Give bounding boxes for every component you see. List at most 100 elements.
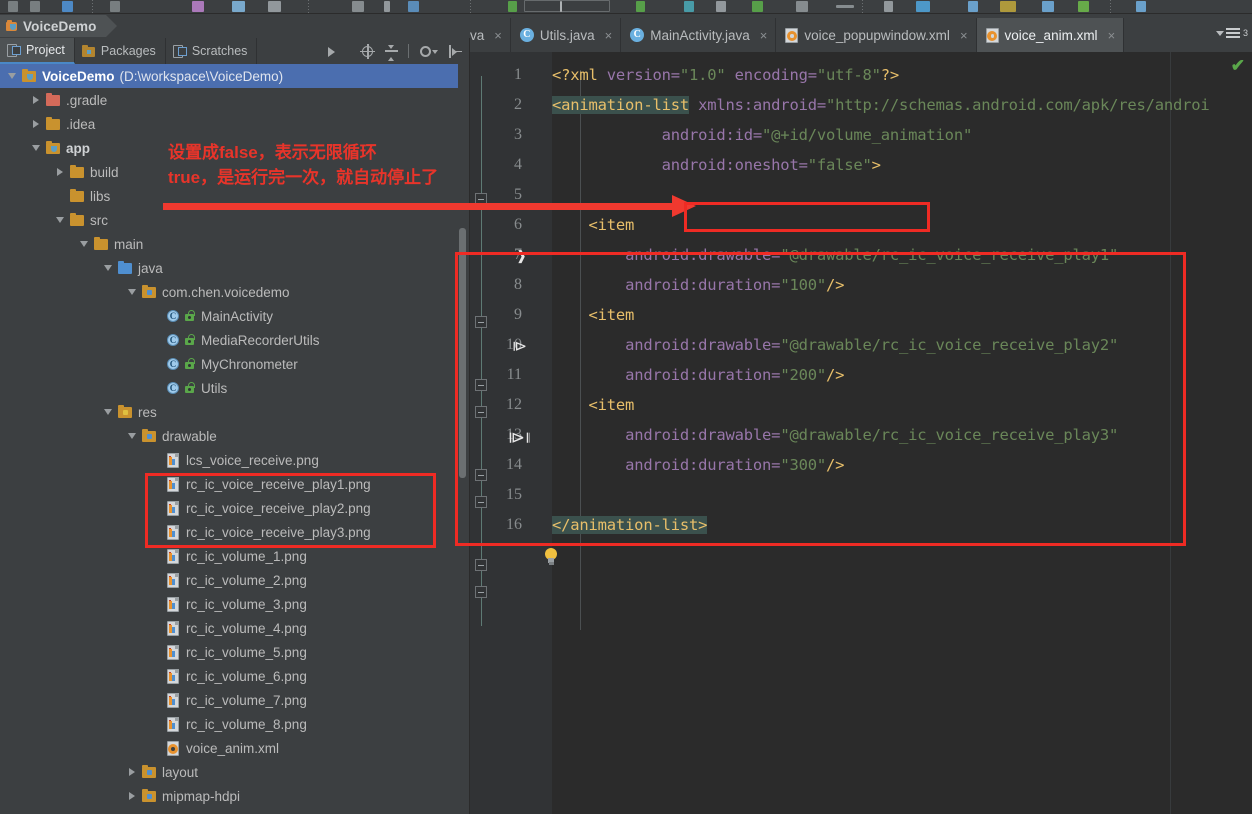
fold-marker[interactable] bbox=[475, 586, 487, 598]
code-token: ?> bbox=[881, 66, 899, 84]
tree-node[interactable]: rc_ic_volume_2.png bbox=[0, 568, 461, 592]
editor-tab[interactable]: voice_popupwindow.xml × bbox=[776, 18, 976, 52]
tree-toggle-down-icon[interactable] bbox=[104, 408, 113, 417]
toolbar-icon[interactable] bbox=[62, 1, 73, 12]
toolbar-icon[interactable] bbox=[232, 1, 245, 12]
settings-gear-icon[interactable] bbox=[418, 44, 433, 59]
toolbar-icon[interactable] bbox=[684, 1, 694, 12]
editor-tab-close-icon[interactable]: × bbox=[960, 28, 968, 43]
tree-node[interactable]: rc_ic_volume_3.png bbox=[0, 592, 461, 616]
toolbar-icon[interactable] bbox=[1136, 1, 1146, 12]
collapse-all-icon[interactable] bbox=[384, 44, 399, 59]
toolbar-icon[interactable] bbox=[636, 1, 645, 12]
tree-node[interactable]: rc_ic_volume_7.png bbox=[0, 688, 461, 712]
toolbar-icon[interactable] bbox=[30, 1, 40, 12]
tree-toggle-down-icon[interactable] bbox=[128, 432, 137, 441]
tree-node[interactable]: rc_ic_volume_8.png bbox=[0, 712, 461, 736]
tree-node[interactable]: rc_ic_volume_5.png bbox=[0, 640, 461, 664]
editor-tab-close-icon[interactable]: × bbox=[605, 28, 613, 43]
tree-toggle-right-icon[interactable] bbox=[32, 120, 41, 129]
public-lock-icon bbox=[184, 309, 196, 323]
tree-node[interactable]: mipmap-hdpi bbox=[0, 784, 461, 808]
toolbar-icon[interactable] bbox=[1042, 1, 1054, 12]
tree-toggle-right-icon[interactable] bbox=[56, 168, 65, 177]
tree-node[interactable]: .gradle bbox=[0, 88, 461, 112]
tree-node[interactable]: src bbox=[0, 208, 461, 232]
intention-bulb-icon[interactable] bbox=[543, 548, 559, 568]
hide-panel-icon[interactable] bbox=[448, 44, 463, 59]
toolbar-icon[interactable] bbox=[716, 1, 726, 12]
code-token: <?xml bbox=[552, 66, 607, 84]
breadcrumb-label: VoiceDemo bbox=[23, 19, 96, 34]
png-file-icon bbox=[166, 453, 180, 468]
inspection-ok-icon[interactable]: ✔ bbox=[1231, 56, 1245, 76]
tree-node[interactable]: VoiceDemo(D:\workspace\VoiceDemo) bbox=[0, 64, 461, 88]
tree-toggle-down-icon[interactable] bbox=[80, 240, 89, 249]
tree-node[interactable]: layout bbox=[0, 760, 461, 784]
more-tabs-arrow-icon[interactable] bbox=[324, 44, 339, 59]
tree-toggle-down-icon[interactable] bbox=[8, 72, 17, 81]
toolbar-icon[interactable] bbox=[110, 1, 120, 12]
tree-node[interactable]: .idea bbox=[0, 112, 461, 136]
toolbar-icon[interactable] bbox=[968, 1, 978, 12]
toolbar-icon[interactable] bbox=[352, 1, 364, 12]
toolbar-icon[interactable] bbox=[192, 1, 204, 12]
code-line: <?xml version="1.0" encoding="utf-8"?> bbox=[552, 66, 899, 84]
editor-tab[interactable]: CUtils.java× bbox=[511, 18, 621, 52]
tree-toggle-right-icon[interactable] bbox=[32, 96, 41, 105]
toolbar-icon[interactable] bbox=[8, 1, 18, 12]
tree-toggle-right-icon[interactable] bbox=[128, 792, 137, 801]
tree-toggle-down-icon[interactable] bbox=[32, 144, 41, 153]
tree-node[interactable]: com.chen.voicedemo bbox=[0, 280, 461, 304]
breadcrumb-item-voicedemo[interactable]: VoiceDemo bbox=[0, 15, 106, 37]
toolbar-icon[interactable] bbox=[836, 5, 854, 8]
run-configuration-selector[interactable] bbox=[524, 0, 610, 12]
locate-target-icon[interactable] bbox=[360, 44, 375, 59]
editor-tab-close-icon[interactable]: × bbox=[760, 28, 768, 43]
tab-scratches[interactable]: Scratches bbox=[166, 38, 258, 64]
tree-node[interactable]: CMainActivity bbox=[0, 304, 461, 328]
editor-tab-close-icon[interactable]: × bbox=[494, 28, 502, 43]
tree-node[interactable]: CMediaRecorderUtils bbox=[0, 328, 461, 352]
tree-toggle-down-icon[interactable] bbox=[128, 288, 137, 297]
fold-marker[interactable] bbox=[475, 559, 487, 571]
toolbar-icon[interactable] bbox=[1078, 1, 1089, 12]
toolbar-icon[interactable] bbox=[268, 1, 281, 12]
toolbar-icon[interactable] bbox=[752, 1, 763, 12]
tree-node-label: main bbox=[114, 237, 143, 252]
tree-toggle-down-icon[interactable] bbox=[56, 216, 65, 225]
toolbar-icon[interactable] bbox=[1000, 1, 1016, 12]
editor-tab[interactable]: va× bbox=[470, 18, 511, 52]
tree-node[interactable]: rc_ic_volume_4.png bbox=[0, 616, 461, 640]
toolbar-icon[interactable] bbox=[916, 1, 930, 12]
tab-project[interactable]: Project bbox=[0, 38, 75, 64]
tree-node[interactable]: CUtils bbox=[0, 376, 461, 400]
editor-tab-close-icon[interactable]: × bbox=[1108, 28, 1116, 43]
tab-packages[interactable]: Packages bbox=[75, 38, 166, 64]
editor-tabs-overflow[interactable]: 3 bbox=[1212, 14, 1252, 52]
package-icon bbox=[142, 765, 157, 779]
tree-toggle-right-icon[interactable] bbox=[128, 768, 137, 777]
tree-toggle-down-icon[interactable] bbox=[104, 264, 113, 273]
tree-node[interactable]: CMyChronometer bbox=[0, 352, 461, 376]
toolbar-icon[interactable] bbox=[884, 1, 893, 12]
toolbar-icon[interactable] bbox=[796, 1, 808, 12]
tree-node[interactable]: rc_ic_volume_6.png bbox=[0, 664, 461, 688]
tree-node[interactable]: java bbox=[0, 256, 461, 280]
toolbar-icon[interactable] bbox=[384, 1, 390, 12]
tree-node[interactable]: main bbox=[0, 232, 461, 256]
tab-project-label: Project bbox=[26, 43, 65, 57]
editor-tab[interactable]: voice_anim.xml× bbox=[977, 18, 1125, 52]
tree-node-label: java bbox=[138, 261, 163, 276]
toolbar-run-icon[interactable] bbox=[508, 1, 517, 12]
editor-tab-label: voice_popupwindow.xml bbox=[804, 28, 950, 43]
tree-node[interactable]: lcs_voice_receive.png bbox=[0, 448, 461, 472]
annotation-note-line1: 设置成false，表示无限循环 bbox=[168, 140, 377, 165]
tree-toggle-placeholder bbox=[152, 360, 161, 369]
editor-tab[interactable]: CMainActivity.java× bbox=[621, 18, 776, 52]
main-toolbar-cropped[interactable] bbox=[0, 0, 1252, 14]
tree-node[interactable]: voice_anim.xml bbox=[0, 736, 461, 760]
tree-node[interactable]: drawable bbox=[0, 424, 461, 448]
toolbar-icon[interactable] bbox=[408, 1, 419, 12]
tree-node[interactable]: res bbox=[0, 400, 461, 424]
